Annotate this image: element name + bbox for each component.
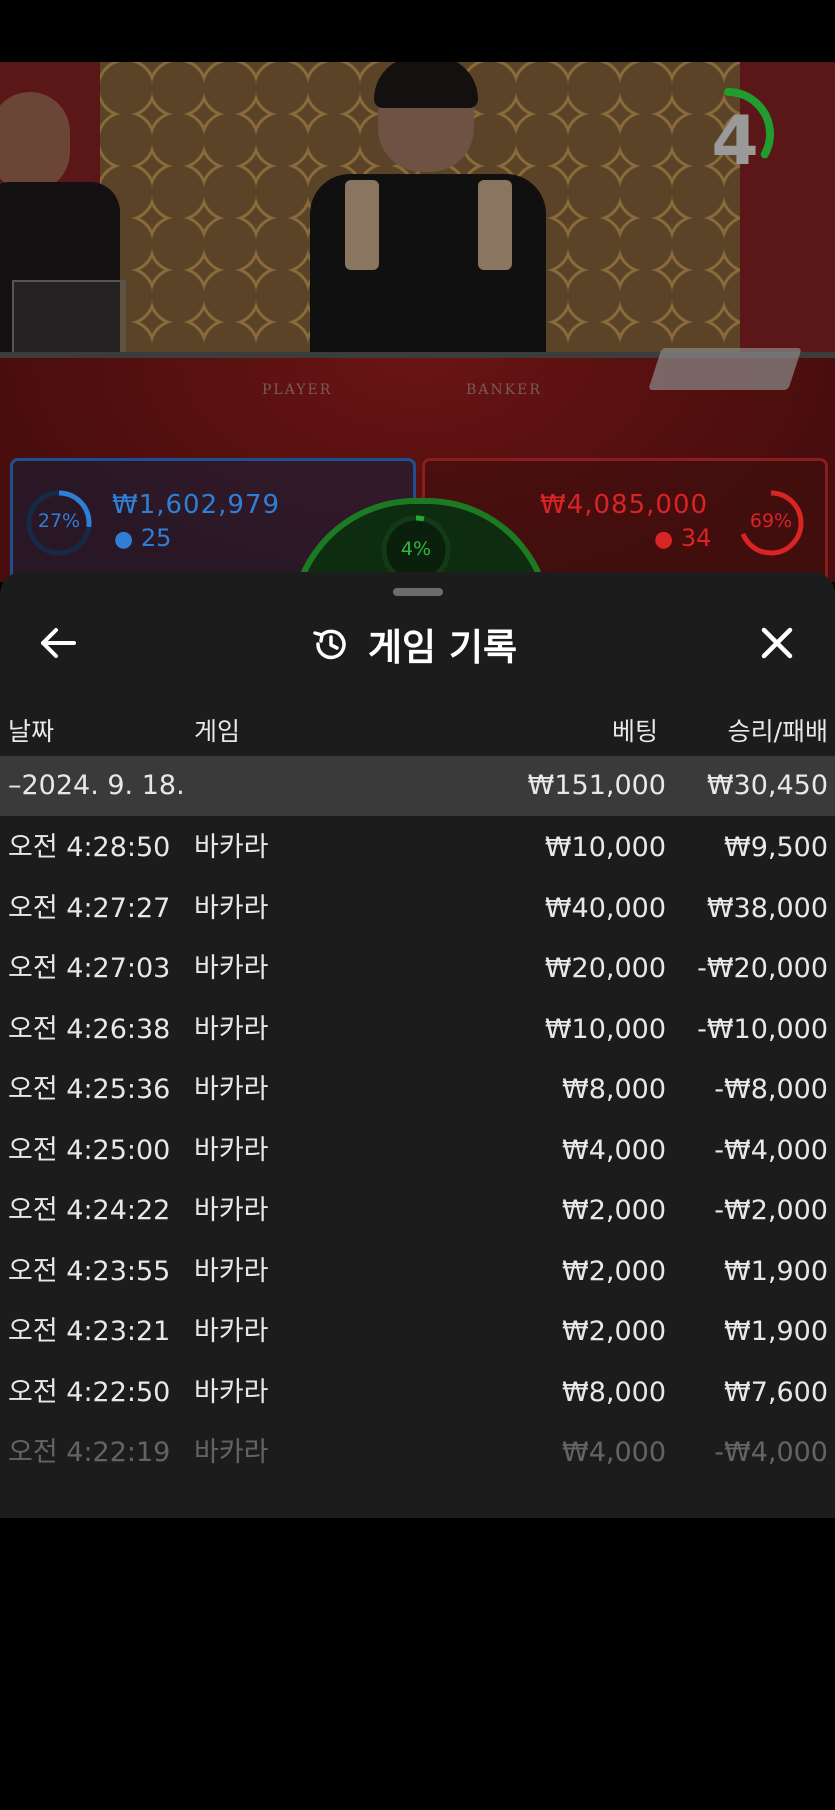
row-bet: ₩2,000	[562, 1255, 666, 1287]
player-count-value: 25	[140, 524, 172, 552]
table-row[interactable]: 오전 4:27:03 바카라 ₩20,000 -₩20,000	[0, 939, 835, 999]
row-time: 오전 4:28:50	[8, 832, 171, 863]
row-game: 바카라	[194, 1134, 269, 1166]
table-row[interactable]: 오전 4:22:50 바카라 ₩8,000 ₩7,600	[0, 1363, 835, 1423]
row-bet: ₩2,000	[562, 1316, 666, 1347]
arrow-left-icon	[41, 628, 76, 658]
croupier-head	[0, 92, 70, 192]
summary-result: ₩30,450	[706, 770, 828, 801]
row-game: 바카라	[194, 892, 269, 924]
row-time: 오전 4:24:22	[8, 1195, 171, 1226]
row-time: 오전 4:26:38	[8, 1013, 171, 1045]
dealer-vest	[478, 180, 512, 270]
summary-bet: ₩151,000	[527, 770, 666, 801]
row-time: 오전 4:22:50	[8, 1376, 171, 1408]
row-bet: ₩8,000	[562, 1074, 666, 1105]
row-time: 오전 4:22:19	[8, 1437, 171, 1468]
banker-percent: 69%	[749, 510, 793, 532]
user-icon: ●	[114, 527, 134, 552]
table-label-banker: BANKER	[466, 382, 542, 398]
row-result: -₩4,000	[714, 1437, 828, 1468]
row-game: 바카라	[194, 1255, 269, 1287]
player-percent: 27%	[37, 510, 81, 532]
table-row[interactable]: 오전 4:25:00 바카라 ₩4,000 -₩4,000	[0, 1121, 835, 1181]
table-row[interactable]: 오전 4:27:27 바카라 ₩40,000 ₩38,000	[0, 879, 835, 939]
close-button[interactable]	[752, 618, 802, 668]
banker-bettor-count: ● 34	[654, 524, 711, 552]
back-button[interactable]	[34, 618, 84, 668]
row-game: 바카라	[194, 953, 269, 984]
column-header-game: 게임	[194, 717, 241, 746]
row-result: ₩7,600	[724, 1376, 828, 1408]
row-game: 바카라	[194, 1376, 269, 1408]
column-header-bet: 베팅	[611, 717, 658, 746]
history-icon	[313, 629, 346, 660]
user-icon: ●	[654, 527, 674, 552]
table-row[interactable]: 오전 4:25:36 바카라 ₩8,000 -₩8,000	[0, 1060, 835, 1120]
close-icon	[761, 627, 793, 659]
table-row[interactable]: 오전 4:23:55 바카라 ₩2,000 ₩1,900	[0, 1242, 835, 1302]
row-bet: ₩10,000	[544, 1013, 666, 1045]
sheet-drag-handle[interactable]	[393, 588, 443, 596]
row-time: 오전 4:25:36	[8, 1074, 171, 1105]
row-result: -₩20,000	[697, 953, 828, 984]
table-row[interactable]: 오전 4:22:19 바카라 ₩4,000 -₩4,000	[0, 1423, 835, 1483]
row-result: -₩4,000	[714, 1134, 828, 1166]
banker-bet-amount: ₩4,085,000	[540, 490, 709, 520]
table-row[interactable]: 오전 4:24:22 바카라 ₩2,000 -₩2,000	[0, 1181, 835, 1241]
table-row[interactable]: 오전 4:28:50 바카라 ₩10,000 ₩9,500	[0, 818, 835, 878]
date-summary-row[interactable]: –2024. 9. 18. ₩151,000 ₩30,450	[0, 756, 835, 816]
row-result: -₩2,000	[714, 1195, 828, 1226]
player-bettor-count: ● 25	[114, 524, 171, 552]
row-time: 오전 4:27:03	[8, 953, 171, 984]
row-game: 바카라	[194, 1074, 269, 1105]
row-game: 바카라	[194, 1437, 269, 1468]
row-bet: ₩4,000	[562, 1437, 666, 1468]
card-shoe	[648, 348, 802, 390]
row-bet: ₩2,000	[562, 1195, 666, 1226]
banker-count-value: 34	[680, 524, 712, 552]
countdown-number: 4	[711, 102, 759, 181]
row-result: -₩10,000	[697, 1013, 828, 1045]
table-label-player: PLAYER	[262, 382, 333, 398]
row-bet: ₩20,000	[544, 953, 666, 984]
row-time: 오전 4:23:21	[8, 1316, 171, 1347]
row-result: ₩1,900	[724, 1316, 828, 1347]
row-game: 바카라	[194, 1013, 269, 1045]
sheet-title: 게임 기록	[368, 626, 518, 669]
row-game: 바카라	[194, 832, 269, 863]
row-result: ₩38,000	[706, 892, 828, 924]
column-header-result: 승리/패배	[727, 717, 828, 746]
row-result: -₩8,000	[714, 1074, 828, 1105]
row-result: ₩1,900	[724, 1255, 828, 1287]
row-time: 오전 4:25:00	[8, 1134, 171, 1166]
tie-percent: 4%	[400, 538, 432, 560]
dealer-hair	[374, 62, 478, 108]
player-bet-amount: ₩1,602,979	[112, 490, 281, 520]
sheet-header: 게임 기록	[310, 616, 517, 672]
table-row[interactable]: 오전 4:23:21 바카라 ₩2,000 ₩1,900	[0, 1302, 835, 1362]
column-header-date: 날짜	[8, 717, 55, 746]
row-bet: ₩4,000	[562, 1134, 666, 1166]
table-row[interactable]: 오전 4:26:38 바카라 ₩10,000 -₩10,000	[0, 1000, 835, 1060]
dealer-vest	[345, 180, 379, 270]
row-time: 오전 4:23:55	[8, 1255, 171, 1287]
row-bet: ₩8,000	[562, 1376, 666, 1408]
row-time: 오전 4:27:27	[8, 892, 171, 924]
row-game: 바카라	[194, 1195, 269, 1226]
summary-date: –2024. 9. 18.	[8, 770, 185, 801]
row-result: ₩9,500	[724, 832, 828, 863]
row-bet: ₩40,000	[544, 892, 666, 924]
row-bet: ₩10,000	[544, 832, 666, 863]
row-game: 바카라	[194, 1316, 269, 1347]
game-history-sheet: 게임 기록 날짜 게임 베팅 승리/패배 –2024. 9. 18. ₩151,…	[0, 572, 835, 1518]
